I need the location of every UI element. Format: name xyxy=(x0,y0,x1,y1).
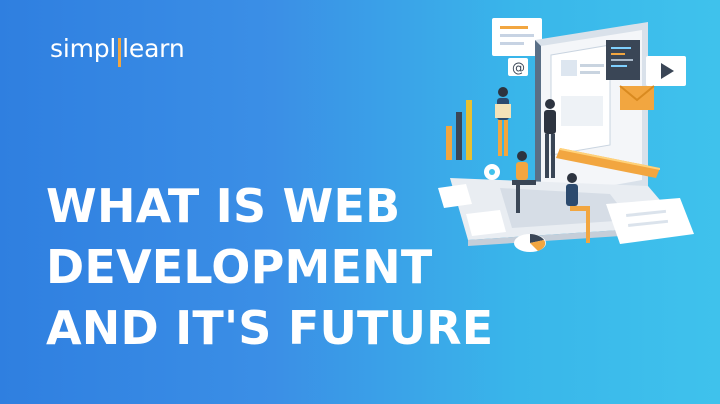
browser-window-icon xyxy=(550,44,611,156)
svg-text:@: @ xyxy=(512,61,525,76)
video-thumbnail: simpl learn WHAT IS WEB DEVELOPMENT AND I… xyxy=(0,0,720,404)
logo-text-left: simpl xyxy=(50,33,117,63)
logo-mark xyxy=(118,37,122,67)
envelope-icon xyxy=(619,85,655,110)
video-play-icon xyxy=(646,56,686,86)
web-development-illustration: @ xyxy=(438,18,694,252)
code-snippet-icon xyxy=(492,18,542,56)
simplilearn-logo: simpl learn xyxy=(50,30,185,67)
bar-chart-icon xyxy=(446,100,472,160)
logo-text-right: learn xyxy=(122,33,185,63)
gear-icon xyxy=(484,164,500,180)
pie-chart-icon xyxy=(514,234,546,252)
at-sign-icon: @ xyxy=(508,58,528,76)
